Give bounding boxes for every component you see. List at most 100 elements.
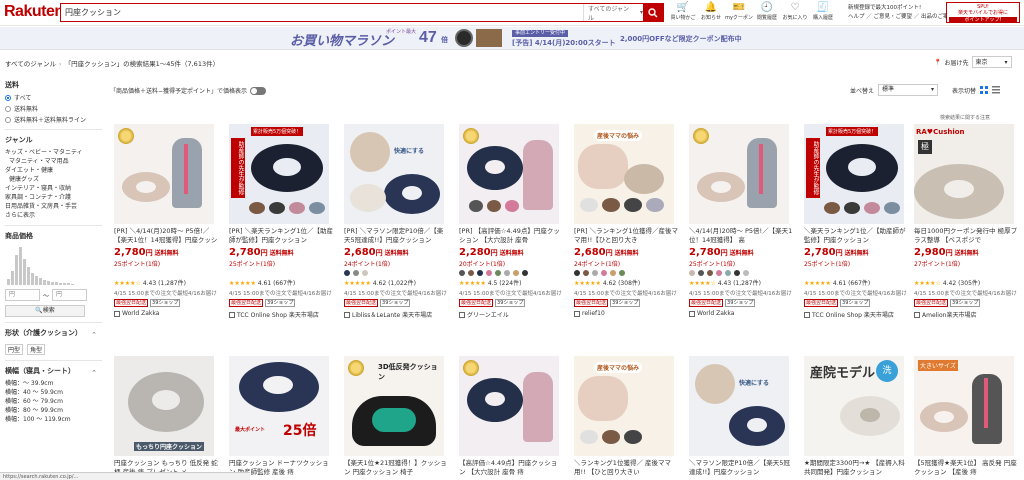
swatch[interactable] (583, 270, 589, 276)
shipping-option-free-line[interactable]: 送料無料＋送料無料ライン (5, 115, 97, 124)
swatch[interactable] (725, 270, 731, 276)
product-image[interactable] (459, 124, 559, 224)
product-image[interactable]: 産院モデル 洗 (804, 356, 904, 456)
product-rating[interactable]: ★★★★☆ 4.43 (1,287件) (114, 278, 224, 287)
genre-item[interactable]: インテリア・寝具・収納 (5, 184, 97, 193)
shop-link[interactable]: World Zakka (689, 310, 799, 317)
list-view-icon[interactable] (992, 86, 1001, 94)
product-card[interactable]: 累計販売5万個突破！ 助産師の先生が監修 [PR] ＼楽天ランキング1位／【助産… (229, 124, 339, 319)
size-option[interactable]: 横幅：40 〜 59.9cm (5, 388, 97, 397)
product-card[interactable]: 産院モデル 洗 ★期間限定3300円→★ 【産褥入科共同開発】円座クッション (804, 356, 914, 477)
genre-item[interactable]: 健康グッズ (5, 175, 97, 184)
purchase-history-button[interactable]: 🧾 購入履歴 (812, 2, 834, 21)
product-image[interactable]: 累計販売5万個突破！ 助産師の先生が監修 (229, 124, 329, 224)
swatch[interactable] (743, 270, 749, 276)
swatch[interactable] (477, 270, 483, 276)
product-rating[interactable]: ★★★★☆ 4.42 (305件) (914, 278, 1024, 287)
product-image[interactable]: 産後ママの悩み (574, 356, 674, 456)
swatch[interactable] (601, 270, 607, 276)
genre-item[interactable]: キッズ・ベビー・マタニティ (5, 148, 97, 157)
shape-option-square[interactable]: 角型 (27, 344, 46, 355)
shop-link[interactable]: Libliss＆LeLante 楽天市場店 (344, 310, 454, 319)
marathon-banner[interactable]: お買い物マラソン ポイント最大 47 倍 事前エントリー受付中 [予告] 4/1… (0, 27, 1024, 50)
swatch[interactable] (353, 270, 359, 276)
product-name[interactable]: [PR] ＼4/14(月)20時〜 P5倍!／【楽天1位！14冠獲得】円座クッシ… (114, 227, 218, 245)
product-name[interactable]: [PR] 【高評価☆4.49点】円座クッション 【大穴設計 座骨 (459, 227, 563, 245)
product-name[interactable]: 【楽天1位★21冠獲得！】クッション 円座クッション 椅子 (344, 459, 448, 477)
product-name[interactable]: ＼ランキング1位獲得／ 産後ママ用!! 【ひと回り大きい (574, 459, 678, 477)
product-image[interactable] (459, 356, 559, 456)
history-button[interactable]: 🕘 閲覧履歴 (756, 2, 778, 21)
product-name[interactable]: ★期間限定3300円→★ 【産褥入科共同開発】円座クッション (804, 459, 908, 477)
product-rating[interactable]: ★★★★★ 4.61 (667件) (229, 278, 339, 287)
swatch[interactable] (610, 270, 616, 276)
swatch[interactable] (689, 270, 695, 276)
genre-show-more[interactable]: さらに表示 (5, 211, 97, 220)
product-card[interactable]: 累計販売5万個突破！ 助産師の先生が監修 ＼楽天ランキング1位／【助産師が監修】… (804, 124, 914, 319)
search-notice-link[interactable]: 検索結果に関する注意 (940, 114, 990, 121)
search-input[interactable] (61, 4, 583, 21)
swatch[interactable] (459, 270, 465, 276)
product-card[interactable]: もっちり円座クッション 円座クッション もっちり 低反発 蛇柄 産後 痔 プレゼ… (114, 356, 224, 477)
swatch[interactable] (486, 270, 492, 276)
product-name[interactable]: 【5冠獲得★楽天1位】 高反発 円座クッション 【産後 痔 (914, 459, 1018, 477)
product-image[interactable] (689, 124, 789, 224)
swatch[interactable] (574, 270, 580, 276)
shipping-option-free[interactable]: 送料無料 (5, 104, 97, 113)
swatch[interactable] (716, 270, 722, 276)
product-name[interactable]: [PR] ＼マラソン限定P10倍／【楽天5冠達成!!】円座クッション (344, 227, 448, 245)
swatch[interactable] (734, 270, 740, 276)
product-name[interactable]: 【高評価☆4.49点】円座クッション 【大穴設計 座骨 痔 (459, 459, 563, 477)
swatch[interactable] (468, 270, 474, 276)
product-image[interactable]: 産後ママの悩み (574, 124, 674, 224)
shape-option-round[interactable]: 円型 (5, 344, 24, 355)
product-card[interactable]: [PR] ＼4/14(月)20時〜 P5倍!／【楽天1位！14冠獲得】円座クッシ… (114, 124, 224, 317)
swatch[interactable] (592, 270, 598, 276)
genre-item[interactable]: マタニティ・ママ用品 (5, 157, 97, 166)
product-name[interactable]: ＼楽天ランキング1位／【助産師が監修】円座クッション (804, 227, 908, 245)
product-rating[interactable]: ★★★★★ 4.62 (308件) (574, 278, 684, 287)
product-card[interactable]: 快適にする ＼マラソン限定P10倍／【楽天5冠達成!!】円座クッション (689, 356, 799, 477)
shop-link[interactable]: TCC Online Shop 楽天市場店 (804, 310, 914, 319)
swatch[interactable] (495, 270, 501, 276)
swatch[interactable] (707, 270, 713, 276)
shipping-option-all[interactable]: すべて (5, 93, 97, 102)
register-link[interactable]: 新規登録で最大100ポイント! (848, 4, 954, 13)
product-card[interactable]: 【高評価☆4.49点】円座クッション 【大穴設計 座骨 痔 (459, 356, 569, 477)
product-image[interactable]: 3D低反発クッション (344, 356, 444, 456)
product-image[interactable]: 累計販売5万個突破！ 助産師の先生が監修 (804, 124, 904, 224)
product-card[interactable]: 3D低反発クッション 【楽天1位★21冠獲得！】クッション 円座クッション 椅子 (344, 356, 454, 477)
swatch[interactable] (344, 270, 350, 276)
notification-button[interactable]: 🔔 お知らせ (700, 2, 722, 21)
product-rating[interactable]: ★★★★★ 4.62 (1,022件) (344, 278, 454, 287)
product-name[interactable]: 毎日1000円クーポン発行中 極厚プラス整導 【ベスポジで (914, 227, 1018, 245)
swatch[interactable] (504, 270, 510, 276)
product-image[interactable]: もっちり円座クッション (114, 356, 214, 456)
product-card[interactable]: 大きいサイズ 【5冠獲得★楽天1位】 高反発 円座クッション 【産後 痔 (914, 356, 1024, 477)
genre-item[interactable]: 日用品雑貨・文房具・手芸 (5, 202, 97, 211)
product-rating[interactable]: ★★★★★ 4.61 (667件) (804, 278, 914, 287)
product-rating[interactable]: ★★★★☆ 4.43 (1,287件) (689, 278, 799, 287)
size-option[interactable]: 横幅：80 〜 99.9cm (5, 406, 97, 415)
shop-link[interactable]: relief10 (574, 310, 684, 317)
swatch[interactable] (522, 270, 528, 276)
spu-promo[interactable]: SPU! 楽天モバイルでお得に ポイントアップ! (946, 2, 1020, 23)
favorite-button[interactable]: ♡ お気に入り (783, 2, 808, 21)
price-search-button[interactable]: 🔍検索 (5, 305, 85, 317)
product-card[interactable]: [PR] 【高評価☆4.49点】円座クッション 【大穴設計 座骨 2,280円送… (459, 124, 569, 319)
size-option[interactable]: 横幅：60 〜 79.9cm (5, 397, 97, 406)
breadcrumb-root[interactable]: すべてのジャンル (5, 60, 56, 68)
shop-link[interactable]: Amelion楽天市場店 (914, 310, 1024, 319)
product-card[interactable]: 最大ポイント 25倍 円座クッション ドーナツクッション 助産師監修 産後 痔 (229, 356, 339, 477)
size-option[interactable]: 横幅：〜 39.9cm (5, 379, 97, 388)
product-image[interactable] (114, 124, 214, 224)
product-image[interactable]: 最大ポイント 25倍 (229, 356, 329, 456)
search-button[interactable] (643, 4, 663, 21)
sort-select[interactable]: 標準 ▾ (878, 84, 939, 96)
delivery-select[interactable]: 東京 ▾ (971, 56, 1012, 68)
size-option[interactable]: 横幅：100 〜 119.9cm (5, 415, 97, 424)
price-min-input[interactable]: 円 (5, 289, 40, 301)
product-image[interactable]: RA♥Cushion 極 (914, 124, 1014, 224)
help-links[interactable]: ヘルプ ／ ご意見・ご要望 ／ 出品のご案内 (848, 13, 954, 22)
product-image[interactable]: 快適にする (689, 356, 789, 456)
